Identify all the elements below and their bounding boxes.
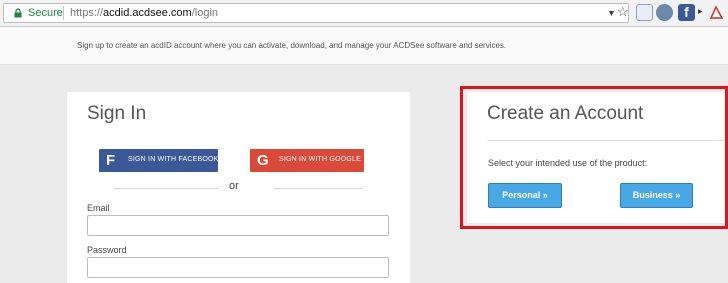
disc-extension-icon[interactable] xyxy=(656,4,673,21)
google-icon: g xyxy=(257,152,269,169)
url-separator xyxy=(63,6,64,20)
highlight-annotation-box xyxy=(460,86,728,229)
sign-in-panel: Sign In f SIGN IN WITH FACEBOOK g SIGN I… xyxy=(67,92,410,283)
password-field[interactable] xyxy=(87,257,389,278)
address-bar[interactable]: Secure https://acdid.acdsee.com/login ▼ … xyxy=(3,3,629,23)
google-button-label: SIGN IN WITH GOOGLE xyxy=(279,156,361,163)
url-scheme: https:// xyxy=(70,7,104,19)
browser-toolbar: Secure https://acdid.acdsee.com/login ▼ … xyxy=(0,0,728,27)
url-path: /login xyxy=(191,7,218,19)
page-intro-banner: Sign up to create an acdID account where… xyxy=(0,27,728,65)
password-label: Password xyxy=(87,245,127,255)
or-text: or xyxy=(229,180,239,192)
dropdown-arrow-icon[interactable]: ▼ xyxy=(607,4,616,22)
sign-in-google-button[interactable]: g SIGN IN WITH GOOGLE xyxy=(250,149,364,172)
secure-label: Secure xyxy=(28,7,63,19)
home-extension-icon[interactable] xyxy=(636,4,653,21)
facebook-button-label: SIGN IN WITH FACEBOOK xyxy=(128,156,219,163)
intro-text: Sign up to create an acdID account where… xyxy=(77,41,507,50)
pdf-extension-icon[interactable] xyxy=(708,4,725,21)
lock-icon xyxy=(14,8,22,18)
facebook-icon: f xyxy=(106,152,116,169)
bookmark-star-icon[interactable]: ☆ xyxy=(617,3,629,21)
sign-in-title: Sign In xyxy=(87,103,147,124)
sign-in-facebook-button[interactable]: f SIGN IN WITH FACEBOOK xyxy=(99,149,218,172)
or-divider-right xyxy=(274,188,362,189)
facebook-extension-icon[interactable]: f xyxy=(678,4,695,21)
extension-menu-arrow-icon[interactable]: ▸ xyxy=(698,6,703,17)
url-text[interactable]: https://acdid.acdsee.com/login xyxy=(70,4,218,22)
or-divider-left xyxy=(114,188,218,189)
url-host: acdid.acdsee.com xyxy=(103,7,192,19)
email-label: Email xyxy=(87,203,110,213)
email-field[interactable] xyxy=(87,215,389,236)
